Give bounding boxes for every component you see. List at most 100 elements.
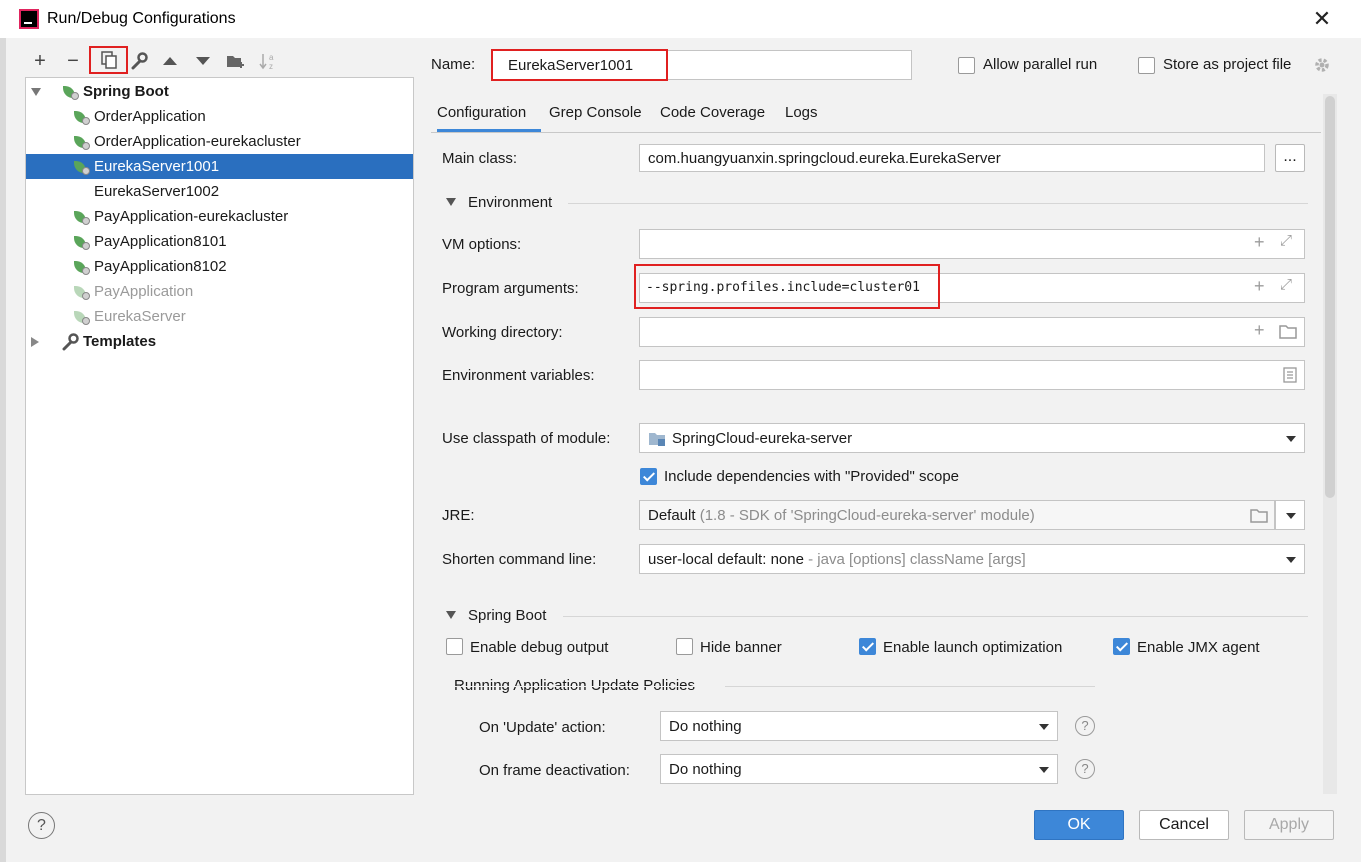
help-button[interactable]: ? (28, 812, 55, 839)
hide-banner-label[interactable]: Hide banner (700, 639, 782, 656)
folder-icon[interactable] (1250, 508, 1268, 523)
help-icon[interactable]: ? (1075, 759, 1095, 779)
spring-boot-divider (563, 616, 1308, 617)
move-up-icon (163, 57, 177, 65)
folder-icon[interactable] (1279, 324, 1297, 339)
main-class-value: com.huangyuanxin.springcloud.eureka.Eure… (648, 150, 1001, 167)
configuration-tree: Spring Boot OrderApplication OrderApplic… (25, 77, 414, 795)
add-config-button[interactable]: + (27, 48, 53, 74)
on-frame-label: On frame deactivation: (479, 762, 630, 779)
tree-item-label: PayApplication-eurekacluster (94, 208, 289, 225)
module-folder-icon (649, 433, 665, 446)
vm-options-input[interactable]: + ⤢ (639, 229, 1305, 259)
tree-group-label: Spring Boot (83, 83, 169, 100)
wrench-icon (131, 52, 148, 70)
apply-button[interactable]: Apply (1244, 810, 1334, 840)
environment-collapse-icon[interactable] (446, 198, 456, 206)
on-update-select[interactable]: Do nothing (660, 711, 1058, 741)
move-up-button[interactable] (157, 48, 183, 74)
tree-item-label: PayApplication8102 (94, 258, 227, 275)
svg-text:z: z (269, 62, 273, 70)
allow-parallel-checkbox[interactable] (958, 57, 975, 74)
tree-item[interactable]: EurekaServer1002 (26, 179, 413, 204)
tree-item-temporary[interactable]: PayApplication (26, 279, 413, 304)
include-deps-label[interactable]: Include dependencies with "Provided" sco… (664, 468, 959, 485)
tree-item-temporary[interactable]: EurekaServer (26, 304, 413, 329)
spring-boot-config-icon (74, 259, 90, 275)
name-highlight-box (491, 49, 668, 81)
launch-optimization-label[interactable]: Enable launch optimization (883, 639, 1062, 656)
store-project-checkbox[interactable] (1138, 57, 1155, 74)
name-label: Name: (431, 56, 476, 73)
allow-parallel-label[interactable]: Allow parallel run (983, 56, 1097, 73)
tree-item[interactable]: OrderApplication-eurekacluster (26, 129, 413, 154)
jmx-agent-label[interactable]: Enable JMX agent (1137, 639, 1260, 656)
gear-icon[interactable] (1313, 56, 1331, 74)
ok-button[interactable]: OK (1034, 810, 1124, 840)
create-folder-button[interactable] (223, 48, 249, 74)
sort-button[interactable]: a z (255, 48, 281, 74)
document-icon[interactable] (1283, 367, 1297, 383)
enable-debug-checkbox[interactable] (446, 638, 463, 655)
vm-options-label: VM options: (442, 236, 522, 253)
expand-arrow-icon[interactable] (31, 87, 41, 96)
tab-logs[interactable]: Logs (785, 102, 818, 132)
tab-grep-console[interactable]: Grep Console (549, 102, 642, 132)
collapse-arrow-icon[interactable] (31, 336, 39, 347)
tree-item[interactable]: PayApplication8102 (26, 254, 413, 279)
enable-debug-label[interactable]: Enable debug output (470, 639, 608, 656)
jre-label: JRE: (442, 507, 475, 524)
on-frame-select[interactable]: Do nothing (660, 754, 1058, 784)
tree-item-label: PayApplication8101 (94, 233, 227, 250)
launch-optimization-checkbox[interactable] (859, 638, 876, 655)
cancel-button[interactable]: Cancel (1139, 810, 1229, 840)
svg-text:a: a (269, 53, 274, 62)
expand-icon[interactable]: ⤢ (1280, 276, 1292, 293)
tree-group-templates[interactable]: Templates (26, 329, 413, 354)
plus-icon[interactable]: + (1254, 276, 1265, 297)
jre-value-detail: (1.8 - SDK of 'SpringCloud-eureka-server… (699, 507, 1035, 524)
chevron-down-icon (1286, 436, 1296, 442)
jre-select[interactable]: Default (1.8 - SDK of 'SpringCloud-eurek… (639, 500, 1275, 530)
browse-main-class-button[interactable]: ... (1275, 144, 1305, 172)
intellij-app-icon (19, 9, 39, 29)
main-class-input[interactable]: com.huangyuanxin.springcloud.eureka.Eure… (639, 144, 1265, 172)
expand-icon[interactable]: ⤢ (1280, 232, 1292, 249)
shorten-cmd-select[interactable]: user-local default: none - java [options… (639, 544, 1305, 574)
chevron-down-icon (1039, 767, 1049, 773)
include-deps-checkbox[interactable] (640, 468, 657, 485)
tree-item[interactable]: PayApplication-eurekacluster (26, 204, 413, 229)
store-project-label[interactable]: Store as project file (1163, 56, 1291, 73)
help-icon[interactable]: ? (1075, 716, 1095, 736)
jmx-agent-checkbox[interactable] (1113, 638, 1130, 655)
tree-item-label: EurekaServer1002 (94, 183, 220, 200)
move-down-button[interactable] (190, 48, 216, 74)
tree-item-selected[interactable]: EurekaServer1001 (26, 154, 413, 179)
spring-boot-config-icon (74, 209, 90, 225)
scrollbar-thumb[interactable] (1325, 96, 1335, 498)
background-window-edge (0, 0, 6, 862)
hide-banner-checkbox[interactable] (676, 638, 693, 655)
spring-boot-collapse-icon[interactable] (446, 611, 456, 619)
spring-boot-config-icon (74, 109, 90, 125)
copy-config-button[interactable] (89, 46, 128, 74)
on-frame-value: Do nothing (669, 761, 742, 778)
environment-divider (568, 203, 1308, 204)
edit-defaults-button[interactable] (126, 48, 152, 74)
close-window-button[interactable]: ✕ (1307, 4, 1337, 34)
remove-config-button[interactable]: − (60, 48, 86, 74)
env-vars-input[interactable] (639, 360, 1305, 390)
chevron-down-icon (1286, 513, 1296, 519)
tree-item[interactable]: PayApplication8101 (26, 229, 413, 254)
tab-configuration[interactable]: Configuration (437, 102, 541, 132)
tree-item[interactable]: OrderApplication (26, 104, 413, 129)
plus-icon[interactable]: + (1254, 232, 1265, 253)
tab-code-coverage[interactable]: Code Coverage (660, 102, 765, 132)
tree-item-label: OrderApplication-eurekacluster (94, 133, 301, 150)
jre-dropdown-button[interactable] (1275, 500, 1305, 530)
working-dir-input[interactable]: + (639, 317, 1305, 347)
classpath-module-select[interactable]: SpringCloud-eureka-server (639, 423, 1305, 453)
plus-icon[interactable]: + (1254, 320, 1265, 341)
tree-group-spring-boot[interactable]: Spring Boot (26, 79, 413, 104)
window-title: Run/Debug Configurations (47, 10, 236, 27)
